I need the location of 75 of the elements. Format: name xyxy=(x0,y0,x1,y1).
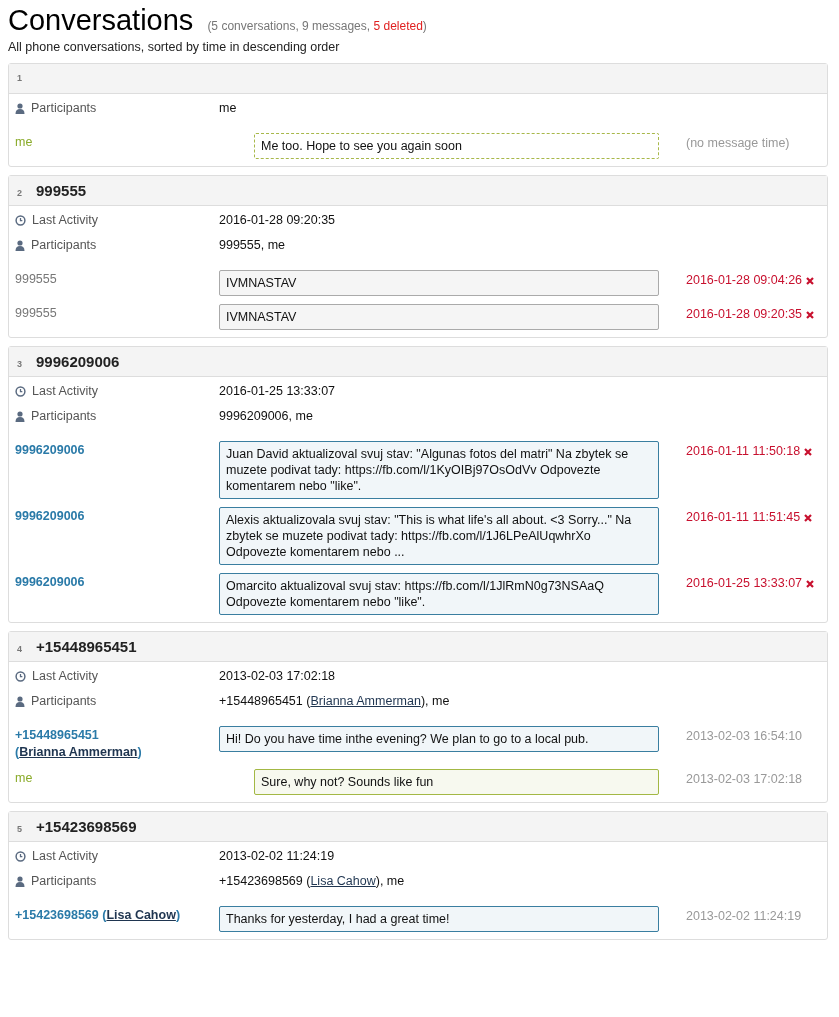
message-bubble: Thanks for yesterday, I had a great time! xyxy=(219,906,659,932)
person-icon xyxy=(15,411,25,422)
field-label: Participants xyxy=(31,873,97,890)
field-label: Last Activity xyxy=(32,668,98,685)
message-time: 2013-02-02 11:24:19 xyxy=(686,908,802,925)
message-sender: 9996209006 xyxy=(15,443,85,457)
message-bubble: Juan David aktualizoval svuj stav: "Algunas fotos del matri" Na zbytek se muzete podivat tady: https://fb.com/l/1KyOIBj97OsOdVv Odpovezte komentarem nebo "like". xyxy=(219,441,659,499)
conversation-index: 5 xyxy=(17,823,22,836)
contact-link[interactable]: Brianna Ammerman xyxy=(310,694,421,708)
field-label: Participants xyxy=(31,237,97,254)
message-time: 2013-02-03 17:02:18 xyxy=(686,771,803,788)
field-value: 9996209006, me xyxy=(219,408,313,425)
page-title: Conversations xyxy=(8,3,194,38)
message-bubble: IVMNASTAV xyxy=(219,270,659,296)
field-label: Last Activity xyxy=(32,212,98,229)
message-sender: +15448965451 (Brianna Ammerman) xyxy=(15,728,142,759)
contact-link[interactable]: Brianna Ammerman xyxy=(19,745,138,759)
clock-icon xyxy=(15,671,26,682)
field-label: Participants xyxy=(31,408,97,425)
message-sender: me xyxy=(15,135,33,149)
conversation-index: 2 xyxy=(17,187,22,200)
conversation-index: 1 xyxy=(17,72,22,85)
contact-link[interactable]: Lisa Cahow xyxy=(106,908,176,922)
delete-icon[interactable] xyxy=(806,310,815,319)
field-label: Last Activity xyxy=(32,383,98,400)
message-time: 2016-01-11 11:51:45 xyxy=(686,509,801,526)
field-value: 2016-01-28 09:20:35 xyxy=(219,212,336,229)
message-sender: 999555 xyxy=(15,272,57,286)
message-bubble: Sure, why not? Sounds like fun xyxy=(254,769,659,795)
field-value: 2016-01-25 13:33:07 xyxy=(219,383,336,400)
field-value: +15448965451 (Brianna Ammerman), me xyxy=(219,693,450,710)
message-time: 2013-02-03 16:54:10 xyxy=(686,728,803,745)
message-bubble: IVMNASTAV xyxy=(219,304,659,330)
conversation-name: 999555 xyxy=(36,182,87,199)
clock-icon xyxy=(15,386,26,397)
field-value: me xyxy=(219,100,237,117)
conversation-index: 4 xyxy=(17,643,22,656)
field-label: Last Activity xyxy=(32,848,98,865)
field-label: Participants xyxy=(31,100,97,117)
conversation-name: +15423698569 xyxy=(36,818,137,835)
message-time: 2016-01-28 09:20:35 xyxy=(686,306,803,323)
message-sender: 9996209006 xyxy=(15,575,85,589)
message-time: 2016-01-25 13:33:07 xyxy=(686,575,803,592)
conversation-name: +15448965451 xyxy=(36,638,137,655)
message-time: 2016-01-28 09:04:26 xyxy=(686,272,803,289)
field-value: 999555, me xyxy=(219,237,286,254)
message-time: (no message time) xyxy=(686,135,790,152)
field-value: 2013-02-02 11:24:19 xyxy=(219,848,335,865)
message-sender: me xyxy=(15,771,33,785)
delete-icon[interactable] xyxy=(806,579,815,588)
field-label: Participants xyxy=(31,693,97,710)
clock-icon xyxy=(15,851,26,862)
message-sender: 9996209006 xyxy=(15,509,85,523)
delete-icon[interactable] xyxy=(806,276,815,285)
field-value: 2013-02-03 17:02:18 xyxy=(219,668,336,685)
delete-icon[interactable] xyxy=(804,447,813,456)
message-bubble: Alexis aktualizovala svuj stav: "This is what life's all about. <3 Sorry..." Na zbytek se muzete podivat tady: https://fb.com/l/1J6LPeAlUqwhrXo Odpovezte komentarem nebo ... xyxy=(219,507,659,565)
conversation-index: 3 xyxy=(17,358,22,371)
contact-link[interactable]: Lisa Cahow xyxy=(310,874,376,888)
delete-icon[interactable] xyxy=(804,513,813,522)
person-icon xyxy=(15,240,25,251)
message-bubble: Hi! Do you have time inthe evening? We plan to go to a local pub. xyxy=(219,726,659,752)
message-bubble: Omarcito aktualizoval svuj stav: https://fb.com/l/1JlRmN0g73NSAaQ Odpovezte komentarem nebo "like". xyxy=(219,573,659,615)
clock-icon xyxy=(15,215,26,226)
message-time: 2016-01-11 11:50:18 xyxy=(686,443,801,460)
message-bubble: Me too. Hope to see you again soon xyxy=(254,133,659,159)
message-sender: 999555 xyxy=(15,306,57,320)
person-icon xyxy=(15,696,25,707)
conversation-name: 9996209006 xyxy=(36,353,120,370)
field-value: +15423698569 (Lisa Cahow), me xyxy=(219,873,405,890)
summary-text: (5 conversations, 9 messages, 5 deleted) xyxy=(207,18,427,35)
person-icon xyxy=(15,876,25,887)
page-subtitle: All phone conversations, sorted by time in descending order xyxy=(8,39,341,56)
message-sender: +15423698569 (Lisa Cahow) xyxy=(15,908,181,922)
person-icon xyxy=(15,103,25,114)
